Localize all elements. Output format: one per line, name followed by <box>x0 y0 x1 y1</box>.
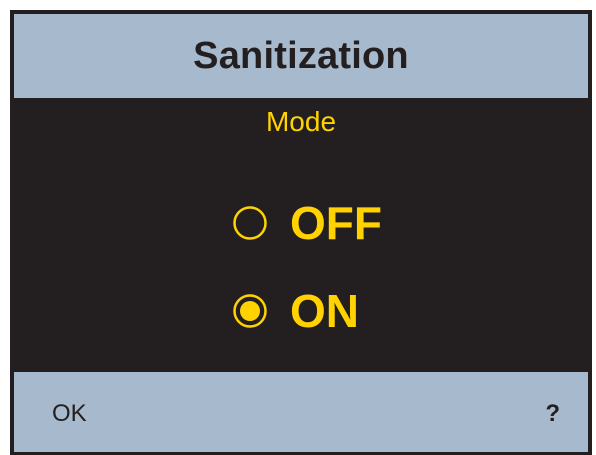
device-screen: Sanitization Mode OFF ON OK ? <box>10 10 592 455</box>
radio-selected-icon[interactable] <box>232 293 268 329</box>
mode-label: Mode <box>265 106 337 137</box>
help-button[interactable]: ? <box>545 400 560 428</box>
radio-unselected-icon[interactable] <box>232 205 268 241</box>
ok-button[interactable]: OK <box>52 400 87 428</box>
header-bar: Sanitization <box>14 14 588 98</box>
option-on[interactable]: ON <box>232 288 359 334</box>
option-off[interactable]: OFF <box>232 200 382 246</box>
option-off-label: OFF <box>290 197 382 249</box>
option-on-label: ON <box>290 285 359 337</box>
footer-bar: OK ? <box>14 372 588 452</box>
page-title: Sanitization <box>193 34 409 77</box>
